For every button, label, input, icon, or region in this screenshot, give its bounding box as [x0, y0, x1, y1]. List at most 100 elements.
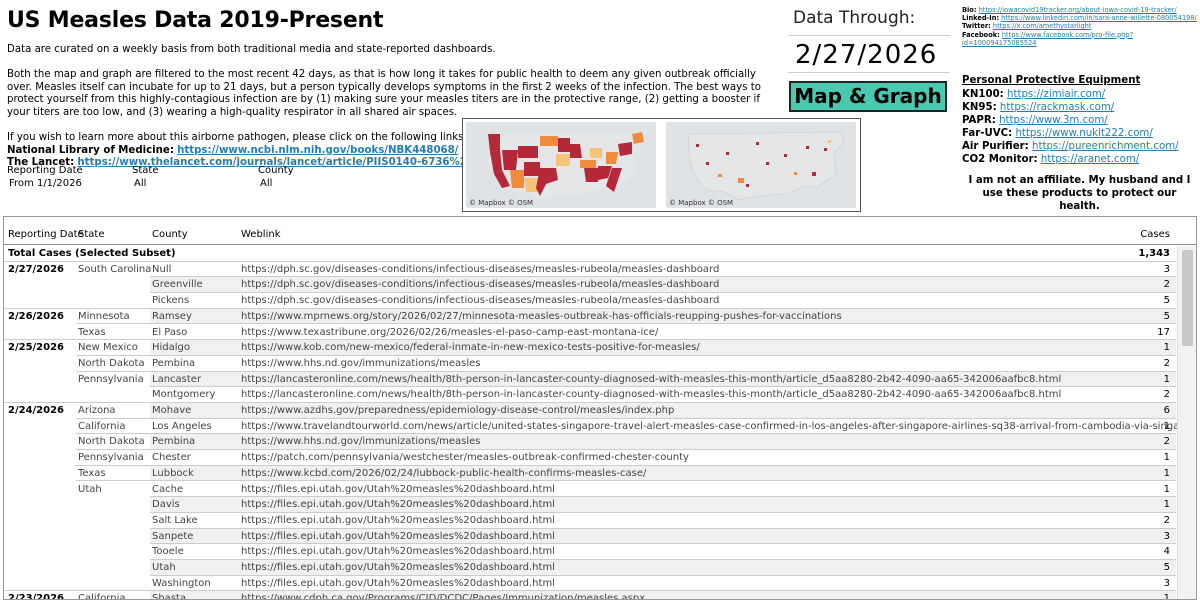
cell-cases: 2	[1163, 436, 1170, 448]
filter-reporting-date[interactable]: Reporting Date From 1/1/2026	[7, 165, 83, 189]
cell-weblink[interactable]: https://files.epi.utah.gov/Utah%20measle…	[241, 515, 555, 526]
table-row[interactable]: North Dakota Pembina https://www.hhs.nd.go…	[4, 434, 1176, 451]
ppe-item-label: CO2 Monitor:	[962, 154, 1038, 165]
table-row[interactable]: 2/24/2026 Arizona Mohave https://www.azdhs.…	[4, 403, 1176, 419]
cell-weblink[interactable]: https://www.kcbd.com/2026/02/24/lubbock-…	[241, 468, 646, 479]
cell-county: Montgomery	[152, 389, 216, 401]
cell-weblink[interactable]: https://www.cdph.ca.gov/Programs/CID/DCD…	[241, 593, 645, 599]
cell-weblink[interactable]: https://lancasteronline.com/news/health/…	[241, 374, 1061, 385]
filter-reporting-date-value[interactable]: From 1/1/2026	[7, 178, 83, 189]
cell-weblink[interactable]: https://www.travelandtourworld.com/news/…	[241, 421, 1196, 432]
cell-cases: 1	[1163, 420, 1170, 432]
ppe-item-link[interactable]: https://aranet.com/	[1041, 154, 1139, 165]
nlm-link[interactable]: https://www.ncbi.nlm.nih.gov/books/NBK44…	[177, 145, 458, 156]
cell-weblink[interactable]: https://www.texastribune.org/2026/02/26/…	[241, 327, 658, 338]
table-row[interactable]: Pickens https://dph.sc.gov/diseases-condi…	[4, 293, 1176, 309]
table-row[interactable]: 2/23/2026 California Shasta https://www.cdp…	[4, 591, 1176, 599]
table-row[interactable]: Montgomery https://lancasteronline.com/ne…	[4, 387, 1176, 403]
map-graph-button[interactable]: Map & Graph	[789, 81, 947, 112]
ppe-item: KN100: https://zimiair.com/	[962, 88, 1197, 101]
table-row[interactable]: Texas El Paso https://www.texastribune.org…	[4, 325, 1176, 341]
cell-county: Pembina	[152, 357, 196, 369]
cell-county: El Paso	[152, 326, 188, 338]
cell-weblink[interactable]: https://www.mprnews.org/story/2026/02/27…	[241, 311, 842, 322]
filter-county[interactable]: County All	[258, 165, 294, 189]
cell-weblink[interactable]: https://dph.sc.gov/diseases-conditions/i…	[241, 295, 719, 306]
cell-county: Cache	[152, 483, 184, 495]
cell-weblink[interactable]: https://dph.sc.gov/diseases-conditions/i…	[241, 279, 719, 290]
cell-weblink[interactable]: https://files.epi.utah.gov/Utah%20measle…	[241, 546, 555, 557]
filter-county-label: County	[258, 165, 294, 176]
cases-table: Reporting Date State County Weblink Case…	[3, 216, 1197, 600]
table-row[interactable]: California Los Angeles https://www.travela…	[4, 419, 1196, 435]
ppe-item-link[interactable]: https://www.nukit222.com/	[1015, 128, 1152, 139]
cell-weblink[interactable]: https://files.epi.utah.gov/Utah%20measle…	[241, 499, 555, 510]
table-row[interactable]: Pennsylvania Chester https://patch.com/pen…	[4, 450, 1176, 466]
cell-county: Ramsey	[152, 310, 192, 322]
cell-weblink[interactable]: https://patch.com/pennsylvania/westchest…	[241, 452, 689, 463]
filter-state-label: State	[132, 165, 159, 176]
table-row[interactable]: Pennsylvania Lancaster https://lancasteron…	[4, 371, 1176, 388]
cell-weblink[interactable]: https://www.hhs.nd.gov/immunizations/mea…	[241, 436, 481, 447]
cell-state: Utah	[78, 483, 102, 495]
cell-state: Pennsylvania	[78, 373, 144, 385]
ppe-item-link[interactable]: https://zimiair.com/	[1007, 89, 1105, 100]
table-row[interactable]: Davis https://files.epi.utah.gov/Utah%20m…	[4, 497, 1176, 513]
table-row[interactable]: 2/27/2026 South Carolina Null https://dph.s…	[4, 262, 1176, 278]
filter-state[interactable]: State All	[132, 165, 158, 189]
ppe-item: Air Purifier: https://pureenrichment.com…	[962, 140, 1197, 153]
cell-county: Utah	[152, 562, 176, 573]
total-value: 1,343	[1138, 248, 1170, 259]
cell-cases: 1	[1163, 342, 1170, 354]
social-link[interactable]: https://x.com/amethystarlight	[993, 22, 1092, 30]
table-row[interactable]: Sanpete https://files.epi.utah.gov/Utah%2…	[4, 528, 1176, 545]
table-row[interactable]: Tooele https://files.epi.utah.gov/Utah%20…	[4, 544, 1176, 560]
cell-weblink[interactable]: https://www.azdhs.gov/preparedness/epide…	[241, 405, 674, 416]
state-map[interactable]: © Mapbox © OSM	[466, 122, 656, 208]
scrollbar-thumb[interactable]	[1182, 250, 1193, 346]
col-header-date[interactable]: Reporting Date	[8, 229, 84, 240]
cell-cases: 2	[1163, 279, 1170, 291]
intro-paragraph-1: Data are curated on a weekly basis from …	[7, 44, 496, 55]
ppe-item-link[interactable]: https://www.3m.com/	[999, 115, 1108, 126]
map-panel: © Mapbox © OSM © Mapbox © OSM	[462, 118, 861, 212]
col-header-state[interactable]: State	[78, 229, 104, 240]
county-map-graphic	[666, 122, 856, 208]
table-row[interactable]: Texas Lubbock https://www.kcbd.com/2026/02…	[4, 465, 1176, 482]
filter-state-value[interactable]: All	[132, 178, 158, 189]
vertical-scrollbar[interactable]	[1177, 246, 1196, 599]
col-header-cases[interactable]: Cases	[1140, 229, 1170, 240]
ppe-item-label: Far-UVC:	[962, 128, 1013, 139]
table-row[interactable]: North Dakota Pembina https://www.hhs.nd.go…	[4, 356, 1176, 372]
table-row[interactable]: Washington https://files.epi.utah.gov/Uta…	[4, 576, 1176, 592]
cell-weblink[interactable]: https://www.kob.com/new-mexico/federal-i…	[241, 342, 700, 353]
table-row[interactable]: Greenville https://dph.sc.gov/diseases-co…	[4, 277, 1176, 294]
filter-county-value[interactable]: All	[258, 178, 294, 189]
cell-cases: 2	[1163, 357, 1170, 369]
county-map[interactable]: © Mapbox © OSM	[666, 122, 856, 208]
social-link[interactable]: https://iowacovid19tracker.org/about-iow…	[979, 6, 1177, 14]
cell-weblink[interactable]: https://files.epi.utah.gov/Utah%20measle…	[241, 578, 555, 589]
social-link-row: Twitter: https://x.com/amethystarlight	[962, 22, 1197, 30]
cell-weblink[interactable]: https://files.epi.utah.gov/Utah%20measle…	[241, 531, 555, 542]
col-header-county[interactable]: County	[152, 229, 188, 240]
cell-weblink[interactable]: https://www.hhs.nd.gov/immunizations/mea…	[241, 358, 481, 369]
table-row[interactable]: Utah Cache https://files.epi.utah.gov/Utah…	[4, 482, 1176, 498]
table-row[interactable]: Utah https://files.epi.utah.gov/Utah%20me…	[4, 560, 1176, 576]
cell-county: Chester	[152, 452, 191, 464]
ppe-item-link[interactable]: https://pureenrichment.com/	[1032, 141, 1179, 152]
ppe-item: CO2 Monitor: https://aranet.com/	[962, 153, 1197, 166]
ppe-item-link[interactable]: https://rackmask.com/	[1000, 102, 1114, 113]
ppe-item-label: Air Purifier:	[962, 141, 1029, 152]
col-header-weblink[interactable]: Weblink	[241, 229, 281, 240]
cell-weblink[interactable]: https://files.epi.utah.gov/Utah%20measle…	[241, 484, 555, 495]
social-link[interactable]: https://www.linkedin.com/in/sara-anne-wi…	[1001, 14, 1197, 22]
table-row[interactable]: 2/25/2026 New Mexico Hidalgo https://www.ko…	[4, 340, 1176, 356]
table-row[interactable]: Salt Lake https://files.epi.utah.gov/Utah…	[4, 513, 1176, 529]
cell-weblink[interactable]: https://lancasteronline.com/news/health/…	[241, 389, 1061, 400]
ppe-item: KN95: https://rackmask.com/	[962, 101, 1197, 114]
cell-date: 2/27/2026	[8, 263, 65, 275]
cell-weblink[interactable]: https://dph.sc.gov/diseases-conditions/i…	[241, 264, 719, 275]
cell-weblink[interactable]: https://files.epi.utah.gov/Utah%20measle…	[241, 562, 555, 573]
table-row[interactable]: 2/26/2026 Minnesota Ramsey https://www.mprn…	[4, 308, 1176, 325]
